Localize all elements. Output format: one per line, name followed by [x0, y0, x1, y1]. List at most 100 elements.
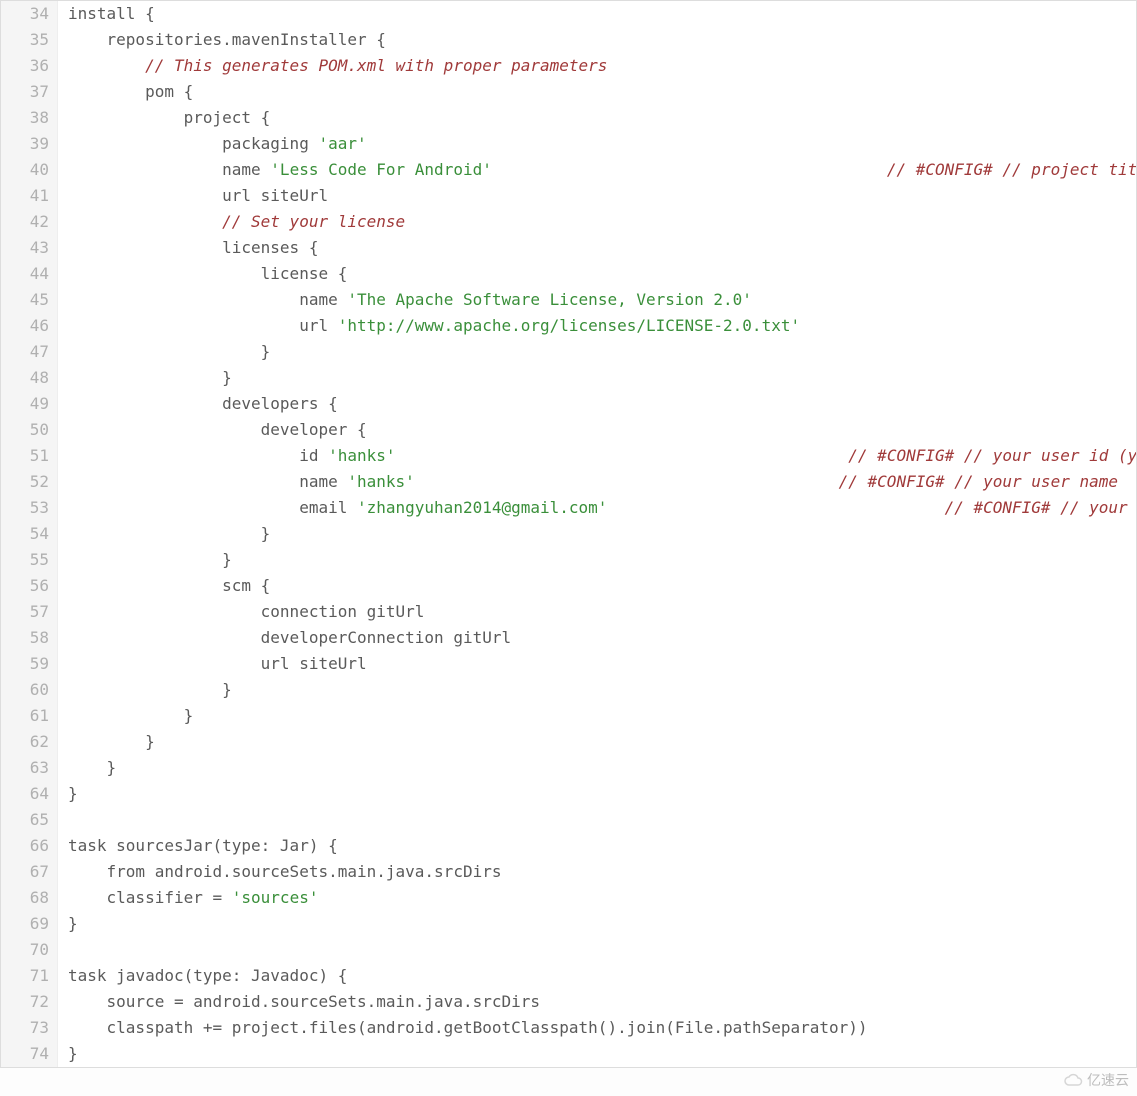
code-line[interactable]: 51 id 'hanks' // #CONFIG# // your user i…: [1, 443, 1136, 469]
token-plain: url: [68, 316, 338, 335]
watermark: 亿速云: [1063, 1070, 1129, 1090]
code-content[interactable]: url siteUrl: [58, 183, 1136, 209]
code-content[interactable]: packaging 'aar': [58, 131, 1136, 157]
code-content[interactable]: licenses {: [58, 235, 1136, 261]
code-line[interactable]: 60 }: [1, 677, 1136, 703]
code-content[interactable]: // Set your license: [58, 209, 1136, 235]
code-line[interactable]: 42 // Set your license: [1, 209, 1136, 235]
code-content[interactable]: }: [58, 677, 1136, 703]
code-content[interactable]: [58, 807, 1136, 833]
code-line[interactable]: 63 }: [1, 755, 1136, 781]
code-content[interactable]: developer {: [58, 417, 1136, 443]
code-line[interactable]: 70: [1, 937, 1136, 963]
code-content[interactable]: }: [58, 547, 1136, 573]
code-line[interactable]: 53 email 'zhangyuhan2014@gmail.com' // #…: [1, 495, 1136, 521]
code-content[interactable]: classpath += project.files(android.getBo…: [58, 1015, 1136, 1041]
token-comr: // #CONFIG# // your user id (you can w: [848, 446, 1136, 465]
code-line[interactable]: 58 developerConnection gitUrl: [1, 625, 1136, 651]
code-content[interactable]: install {: [58, 1, 1136, 27]
code-content[interactable]: scm {: [58, 573, 1136, 599]
code-line[interactable]: 54 }: [1, 521, 1136, 547]
code-line[interactable]: 45 name 'The Apache Software License, Ve…: [1, 287, 1136, 313]
token-plain: [68, 56, 145, 75]
code-content[interactable]: source = android.sourceSets.main.java.sr…: [58, 989, 1136, 1015]
code-content[interactable]: }: [58, 1041, 1136, 1067]
code-line[interactable]: 71task javadoc(type: Javadoc) {: [1, 963, 1136, 989]
code-line[interactable]: 64}: [1, 781, 1136, 807]
code-content[interactable]: }: [58, 755, 1136, 781]
code-content[interactable]: name 'hanks' // #CONFIG# // your user na…: [58, 469, 1136, 495]
code-line[interactable]: 66task sourcesJar(type: Jar) {: [1, 833, 1136, 859]
code-content[interactable]: developerConnection gitUrl: [58, 625, 1136, 651]
code-line[interactable]: 59 url siteUrl: [1, 651, 1136, 677]
code-content[interactable]: url 'http://www.apache.org/licenses/LICE…: [58, 313, 1136, 339]
code-line[interactable]: 55 }: [1, 547, 1136, 573]
code-line[interactable]: 52 name 'hanks' // #CONFIG# // your user…: [1, 469, 1136, 495]
code-line[interactable]: 49 developers {: [1, 391, 1136, 417]
code-content[interactable]: }: [58, 703, 1136, 729]
token-plain: from android.sourceSets.main.java.srcDir…: [68, 862, 501, 881]
code-line[interactable]: 48 }: [1, 365, 1136, 391]
code-line[interactable]: 61 }: [1, 703, 1136, 729]
code-content[interactable]: developers {: [58, 391, 1136, 417]
line-number: 72: [1, 989, 58, 1015]
code-line[interactable]: 38 project {: [1, 105, 1136, 131]
code-line[interactable]: 74}: [1, 1041, 1136, 1067]
code-line[interactable]: 40 name 'Less Code For Android' // #CONF…: [1, 157, 1136, 183]
code-content[interactable]: repositories.mavenInstaller {: [58, 27, 1136, 53]
code-editor[interactable]: 34install {35 repositories.mavenInstalle…: [0, 0, 1137, 1068]
token-plain: }: [68, 732, 155, 751]
code-line[interactable]: 35 repositories.mavenInstaller {: [1, 27, 1136, 53]
token-com: // Set your license: [222, 212, 405, 231]
code-line[interactable]: 47 }: [1, 339, 1136, 365]
code-line[interactable]: 41 url siteUrl: [1, 183, 1136, 209]
code-content[interactable]: name 'Less Code For Android' // #CONFIG#…: [58, 157, 1136, 183]
code-line[interactable]: 72 source = android.sourceSets.main.java…: [1, 989, 1136, 1015]
code-content[interactable]: }: [58, 365, 1136, 391]
code-content[interactable]: classifier = 'sources': [58, 885, 1136, 911]
code-content[interactable]: id 'hanks' // #CONFIG# // your user id (…: [58, 443, 1136, 469]
code-line[interactable]: 50 developer {: [1, 417, 1136, 443]
code-line[interactable]: 44 license {: [1, 261, 1136, 287]
code-line[interactable]: 65: [1, 807, 1136, 833]
code-content[interactable]: }: [58, 339, 1136, 365]
code-line[interactable]: 67 from android.sourceSets.main.java.src…: [1, 859, 1136, 885]
code-line[interactable]: 69}: [1, 911, 1136, 937]
code-content[interactable]: }: [58, 729, 1136, 755]
code-line[interactable]: 73 classpath += project.files(android.ge…: [1, 1015, 1136, 1041]
code-content[interactable]: // This generates POM.xml with proper pa…: [58, 53, 1136, 79]
code-content[interactable]: name 'The Apache Software License, Versi…: [58, 287, 1136, 313]
code-line[interactable]: 37 pom {: [1, 79, 1136, 105]
line-number: 45: [1, 287, 58, 313]
line-number: 38: [1, 105, 58, 131]
code-line[interactable]: 46 url 'http://www.apache.org/licenses/L…: [1, 313, 1136, 339]
code-content[interactable]: }: [58, 781, 1136, 807]
code-content[interactable]: connection gitUrl: [58, 599, 1136, 625]
code-line[interactable]: 68 classifier = 'sources': [1, 885, 1136, 911]
code-content[interactable]: task javadoc(type: Javadoc) {: [58, 963, 1136, 989]
token-plain: developerConnection gitUrl: [68, 628, 511, 647]
code-line[interactable]: 34install {: [1, 1, 1136, 27]
token-plain: url siteUrl: [68, 654, 367, 673]
code-content[interactable]: license {: [58, 261, 1136, 287]
token-plain: name: [68, 290, 347, 309]
line-number: 68: [1, 885, 58, 911]
code-content[interactable]: [58, 937, 1136, 963]
code-line[interactable]: 43 licenses {: [1, 235, 1136, 261]
code-content[interactable]: task sourcesJar(type: Jar) {: [58, 833, 1136, 859]
code-line[interactable]: 56 scm {: [1, 573, 1136, 599]
code-content[interactable]: url siteUrl: [58, 651, 1136, 677]
line-number: 71: [1, 963, 58, 989]
line-number: 53: [1, 495, 58, 521]
code-content[interactable]: email 'zhangyuhan2014@gmail.com' // #CON…: [58, 495, 1136, 521]
code-line[interactable]: 57 connection gitUrl: [1, 599, 1136, 625]
code-line[interactable]: 39 packaging 'aar': [1, 131, 1136, 157]
code-content[interactable]: }: [58, 911, 1136, 937]
token-str: 'hanks': [328, 446, 395, 465]
code-content[interactable]: pom {: [58, 79, 1136, 105]
code-content[interactable]: from android.sourceSets.main.java.srcDir…: [58, 859, 1136, 885]
code-line[interactable]: 62 }: [1, 729, 1136, 755]
code-content[interactable]: project {: [58, 105, 1136, 131]
code-content[interactable]: }: [58, 521, 1136, 547]
code-line[interactable]: 36 // This generates POM.xml with proper…: [1, 53, 1136, 79]
